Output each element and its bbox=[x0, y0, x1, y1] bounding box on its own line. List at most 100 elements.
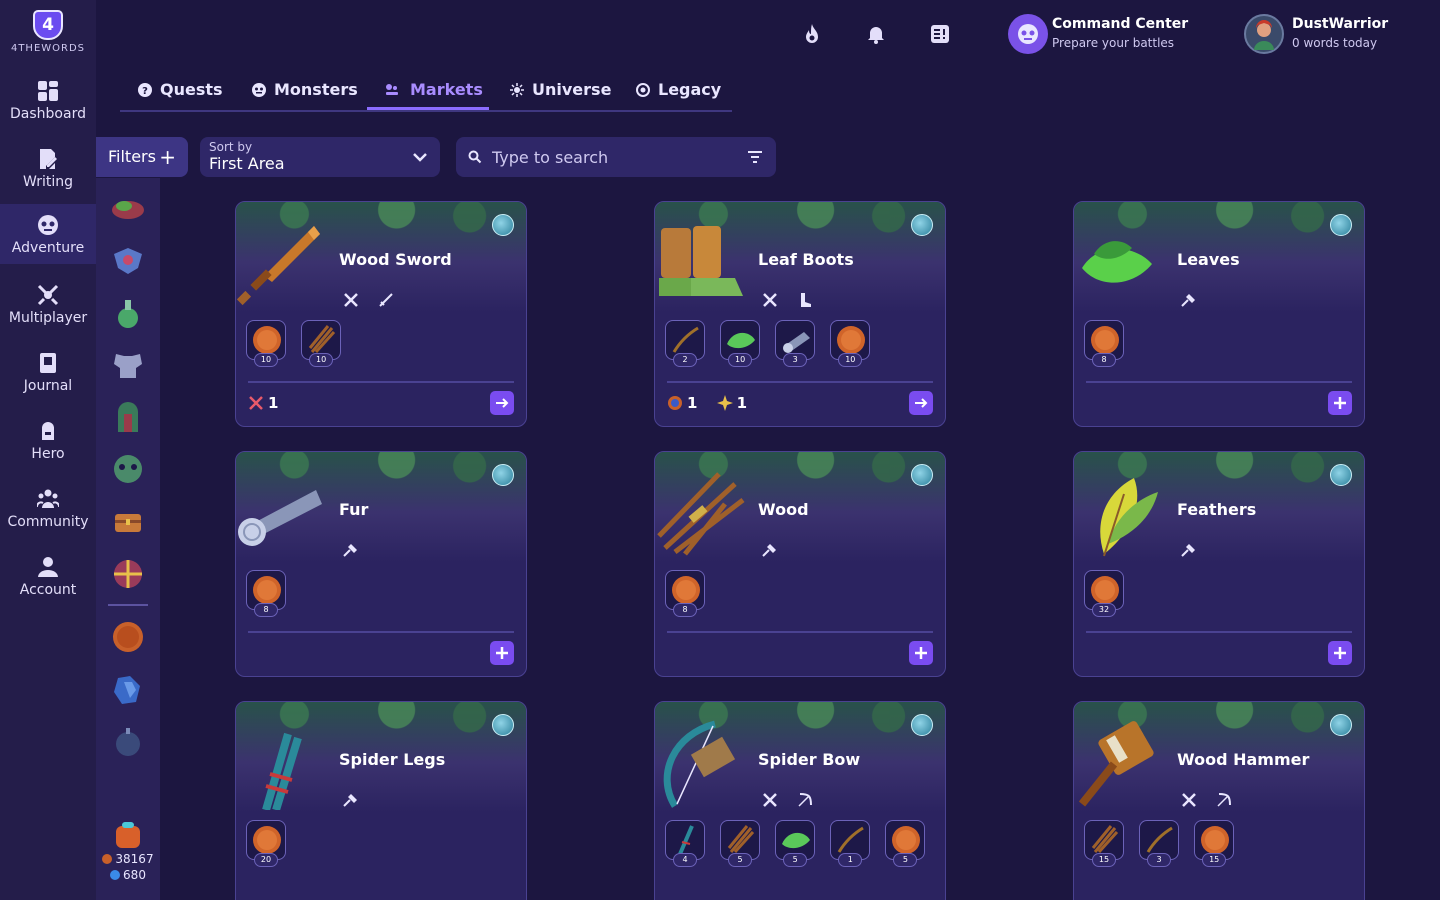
hammer-icon bbox=[1181, 294, 1195, 307]
category-icons bbox=[762, 792, 827, 808]
globe-icon bbox=[1330, 464, 1352, 486]
gem-icon bbox=[110, 870, 121, 880]
material-slot[interactable]: 20 bbox=[246, 820, 286, 867]
add-item-button[interactable] bbox=[490, 641, 514, 665]
nav-item-hero[interactable]: Hero bbox=[0, 410, 96, 470]
shield-icon bbox=[668, 396, 682, 410]
market-card-wood-sword[interactable]: Wood Sword 10 10 1 bbox=[235, 201, 527, 427]
add-item-button[interactable] bbox=[909, 641, 933, 665]
nav-item-community[interactable]: Community bbox=[0, 478, 96, 538]
account-icon bbox=[38, 557, 58, 577]
coin-icon bbox=[1091, 576, 1119, 604]
tab-markets[interactable]: Markets bbox=[367, 72, 489, 110]
nav-item-account[interactable]: Account bbox=[0, 546, 96, 606]
nav-item-adventure[interactable]: Adventure bbox=[0, 204, 96, 264]
item-name: Feathers bbox=[1177, 500, 1257, 519]
wallet: 38167 680 bbox=[96, 820, 160, 900]
nav-item-journal[interactable]: Journal bbox=[0, 342, 96, 402]
nav-label-community: Community bbox=[7, 514, 89, 530]
legacy-icon bbox=[636, 83, 650, 97]
command-center-button[interactable]: Command Center Prepare your battles bbox=[1008, 14, 1228, 54]
monster-face-icon bbox=[1018, 24, 1038, 44]
search-input[interactable] bbox=[492, 145, 732, 169]
material-slot[interactable]: 10 bbox=[830, 320, 871, 367]
bell-icon[interactable] bbox=[864, 22, 888, 46]
add-item-button[interactable] bbox=[1328, 391, 1352, 415]
view-item-button[interactable] bbox=[490, 391, 514, 415]
flame-icon[interactable] bbox=[800, 22, 824, 46]
potion-icon[interactable] bbox=[110, 296, 146, 330]
material-slot[interactable]: 8 bbox=[665, 570, 705, 617]
coin-icon[interactable] bbox=[110, 620, 146, 654]
filters-button[interactable]: Filters + bbox=[96, 137, 188, 177]
armor-icon[interactable] bbox=[110, 348, 146, 382]
category-icons bbox=[762, 542, 792, 558]
material-slot[interactable]: 4 bbox=[665, 820, 705, 867]
nav-label-account: Account bbox=[19, 582, 77, 598]
material-slot[interactable]: 5 bbox=[775, 820, 816, 867]
material-slot[interactable]: 2 bbox=[665, 320, 705, 367]
material-slot[interactable]: 32 bbox=[1084, 570, 1124, 617]
hero-avatar-icon bbox=[1254, 20, 1274, 50]
nav-label-adventure: Adventure bbox=[11, 240, 85, 256]
brand-logo[interactable]: 4 4THEWORDS bbox=[0, 10, 96, 54]
hammer-icon bbox=[1181, 544, 1195, 557]
material-slot[interactable]: 10 bbox=[246, 320, 286, 367]
tab-quests[interactable]: ? Quests bbox=[138, 72, 238, 110]
add-item-button[interactable] bbox=[1328, 641, 1352, 665]
reward-value: 1 bbox=[687, 394, 698, 412]
material-count: 3 bbox=[783, 353, 808, 367]
market-card-fur[interactable]: Fur 8 bbox=[235, 451, 527, 677]
market-card-leaf-boots[interactable]: Leaf Boots 2 10 3 10 1 1 bbox=[654, 201, 946, 427]
material-slot[interactable]: 3 bbox=[775, 320, 816, 367]
market-card-wood-hammer[interactable]: Wood Hammer 15 3 15 bbox=[1073, 701, 1365, 900]
material-slot[interactable]: 1 bbox=[830, 820, 871, 867]
nav-item-multiplayer[interactable]: Multiplayer bbox=[0, 274, 96, 334]
announcements-icon[interactable] bbox=[928, 22, 952, 46]
monster-face-icon[interactable] bbox=[110, 452, 146, 486]
market-card-feathers[interactable]: Feathers 32 bbox=[1073, 451, 1365, 677]
shield-item-icon[interactable] bbox=[110, 244, 146, 278]
gem-icon[interactable] bbox=[110, 672, 146, 706]
material-slot[interactable]: 15 bbox=[1194, 820, 1235, 867]
category-icons bbox=[343, 542, 373, 558]
globe-icon bbox=[1330, 214, 1352, 236]
tab-legacy[interactable]: Legacy bbox=[636, 72, 732, 110]
user-profile[interactable]: DustWarrior 0 words today bbox=[1244, 14, 1424, 54]
market-card-leaves[interactable]: Leaves 8 bbox=[1073, 201, 1365, 427]
leaf-icon bbox=[782, 832, 811, 849]
tab-monsters[interactable]: Monsters bbox=[252, 72, 360, 110]
nav-item-dashboard[interactable]: Dashboard bbox=[0, 70, 96, 130]
market-card-spider-legs[interactable]: Spider Legs 20 bbox=[235, 701, 527, 900]
nav-item-writing[interactable]: Writing bbox=[0, 138, 96, 198]
wood-icon bbox=[727, 825, 755, 854]
backpack-icon[interactable] bbox=[110, 820, 146, 850]
material-slot[interactable]: 10 bbox=[720, 320, 761, 367]
market-card-spider-bow[interactable]: Spider Bow 4 5 5 1 5 bbox=[654, 701, 946, 900]
quest-icon: ? bbox=[138, 83, 152, 97]
material-slot[interactable]: 15 bbox=[1084, 820, 1124, 867]
coin-icon bbox=[1091, 326, 1119, 354]
materials-list: 4 5 5 1 5 bbox=[665, 820, 935, 870]
material-slot[interactable]: 3 bbox=[1139, 820, 1180, 867]
spark-icon bbox=[716, 395, 733, 411]
market-card-wood[interactable]: Wood 8 bbox=[654, 451, 946, 677]
filter-lines-icon[interactable] bbox=[748, 151, 762, 163]
coin-icon bbox=[102, 854, 113, 864]
sort-dropdown[interactable]: Sort by First Area bbox=[200, 137, 440, 177]
treasure-chest-icon[interactable] bbox=[110, 504, 146, 538]
material-slot[interactable]: 5 bbox=[720, 820, 761, 867]
item-name: Spider Legs bbox=[339, 750, 446, 769]
material-slot[interactable]: 5 bbox=[885, 820, 926, 867]
bomb-icon[interactable] bbox=[110, 724, 146, 758]
gift-icon[interactable] bbox=[110, 556, 146, 590]
herb-bundle-icon[interactable] bbox=[110, 192, 146, 226]
door-icon[interactable] bbox=[110, 400, 146, 434]
view-item-button[interactable] bbox=[909, 391, 933, 415]
plus-icon bbox=[496, 647, 508, 659]
command-center-title: Command Center bbox=[1052, 16, 1189, 32]
material-slot[interactable]: 8 bbox=[246, 570, 286, 617]
material-slot[interactable]: 8 bbox=[1084, 320, 1124, 367]
tab-universe[interactable]: Universe bbox=[510, 72, 620, 110]
material-slot[interactable]: 10 bbox=[301, 320, 342, 367]
